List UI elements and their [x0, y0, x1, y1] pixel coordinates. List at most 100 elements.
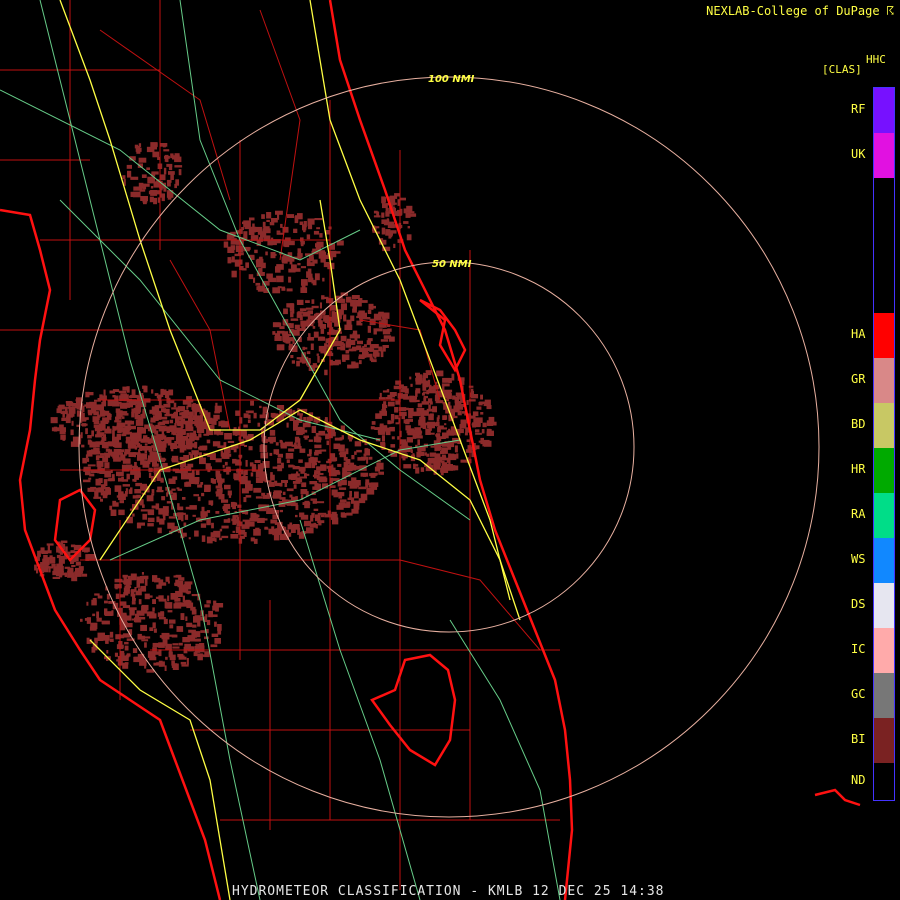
echo-cell: [223, 519, 230, 523]
echo-cell: [68, 572, 75, 578]
echo-cell: [297, 263, 301, 266]
echo-cell: [315, 421, 319, 424]
echo-cell: [340, 512, 346, 517]
echo-cell: [311, 426, 317, 433]
echo-cell: [86, 601, 89, 606]
echo-cell: [289, 494, 293, 498]
echo-cell: [417, 403, 423, 408]
echo-cell: [135, 482, 142, 487]
echo-cell: [382, 329, 391, 335]
echo-cell: [274, 333, 281, 340]
echo-cell: [188, 629, 196, 633]
echo-cell: [358, 486, 367, 490]
echo-cell: [232, 520, 237, 525]
echo-cell: [150, 186, 154, 189]
echo-cell: [60, 540, 68, 543]
echo-cell: [307, 312, 311, 320]
echo-cell: [473, 418, 477, 424]
echo-cell: [286, 488, 294, 492]
echo-cell: [394, 407, 399, 413]
echo-cell: [150, 417, 156, 423]
echo-cell: [201, 535, 206, 542]
echo-cell: [448, 401, 451, 407]
echo-cell: [122, 574, 128, 578]
echo-cell: [224, 484, 231, 490]
echo-cell: [291, 524, 295, 531]
echo-cell: [257, 464, 264, 470]
echo-cell: [152, 642, 160, 648]
echo-cell: [253, 529, 261, 536]
echo-cell: [311, 299, 315, 304]
legend-label-ha: HA: [851, 326, 866, 341]
echo-cell: [171, 663, 178, 668]
echo-cell: [162, 511, 165, 517]
echo-cell: [170, 153, 174, 159]
echo-cell: [191, 632, 197, 638]
echo-cell: [200, 482, 204, 485]
echo-cell: [87, 464, 96, 467]
echo-cell: [204, 484, 211, 492]
echo-cell: [366, 353, 373, 358]
echo-cell: [179, 429, 186, 435]
echo-cell: [357, 457, 366, 461]
echo-cell: [247, 484, 253, 490]
echo-cell: [124, 615, 132, 621]
echo-cell: [152, 607, 155, 612]
echo-cell: [346, 512, 353, 516]
echo-cell: [208, 537, 215, 542]
echo-cell: [269, 452, 273, 456]
echo-cell: [450, 426, 456, 432]
echo-cell: [400, 389, 406, 393]
echo-cell: [184, 514, 189, 520]
echo-cell: [153, 628, 157, 633]
echo-cell: [312, 462, 316, 469]
echo-cell: [253, 487, 262, 493]
echo-cell: [355, 362, 359, 369]
echo-cell: [56, 554, 61, 559]
echo-cell: [359, 360, 362, 365]
echo-cell: [311, 512, 315, 518]
echo-cell: [192, 514, 196, 517]
echo-cell: [288, 448, 295, 452]
echo-cell: [143, 197, 147, 205]
echo-cell: [448, 459, 451, 465]
echo-cell: [379, 392, 382, 399]
echo-cell: [160, 388, 164, 393]
echo-cell: [147, 509, 155, 516]
echo-cell: [213, 414, 220, 420]
echo-cell: [167, 595, 170, 602]
echo-cell: [360, 493, 368, 501]
echo-cell: [180, 613, 185, 620]
echo-cell: [316, 466, 324, 471]
echo-cell: [84, 470, 91, 476]
echo-cell: [177, 506, 184, 511]
echo-cell: [259, 405, 262, 409]
echo-cell: [115, 593, 120, 599]
echo-cell: [410, 383, 413, 387]
echo-cell: [82, 423, 87, 427]
echo-cell: [330, 457, 338, 462]
echo-cell: [127, 578, 130, 583]
echo-cell: [299, 415, 303, 423]
echo-cell: [442, 456, 447, 460]
echo-cell: [324, 343, 327, 350]
echo-cell: [199, 457, 206, 465]
echo-cell: [301, 285, 306, 288]
echo-cell: [137, 426, 144, 434]
ring-label-50nmi: 50 NMI: [432, 259, 472, 270]
echo-cell: [144, 642, 147, 648]
ring-label-100nmi: 100 NMI: [428, 74, 475, 85]
echo-cell: [47, 545, 50, 551]
echo-cell: [168, 389, 174, 396]
echo-cell: [307, 268, 312, 276]
echo-cell: [154, 413, 162, 418]
echo-cell: [116, 471, 124, 477]
echo-cell: [195, 643, 202, 646]
echo-cell: [269, 429, 276, 436]
echo-cell: [480, 394, 483, 400]
legend-label-gr: GR: [851, 371, 866, 386]
echo-cell: [296, 360, 300, 367]
echo-cell: [305, 473, 310, 476]
echo-cell: [146, 495, 154, 502]
echo-cell: [305, 307, 314, 310]
